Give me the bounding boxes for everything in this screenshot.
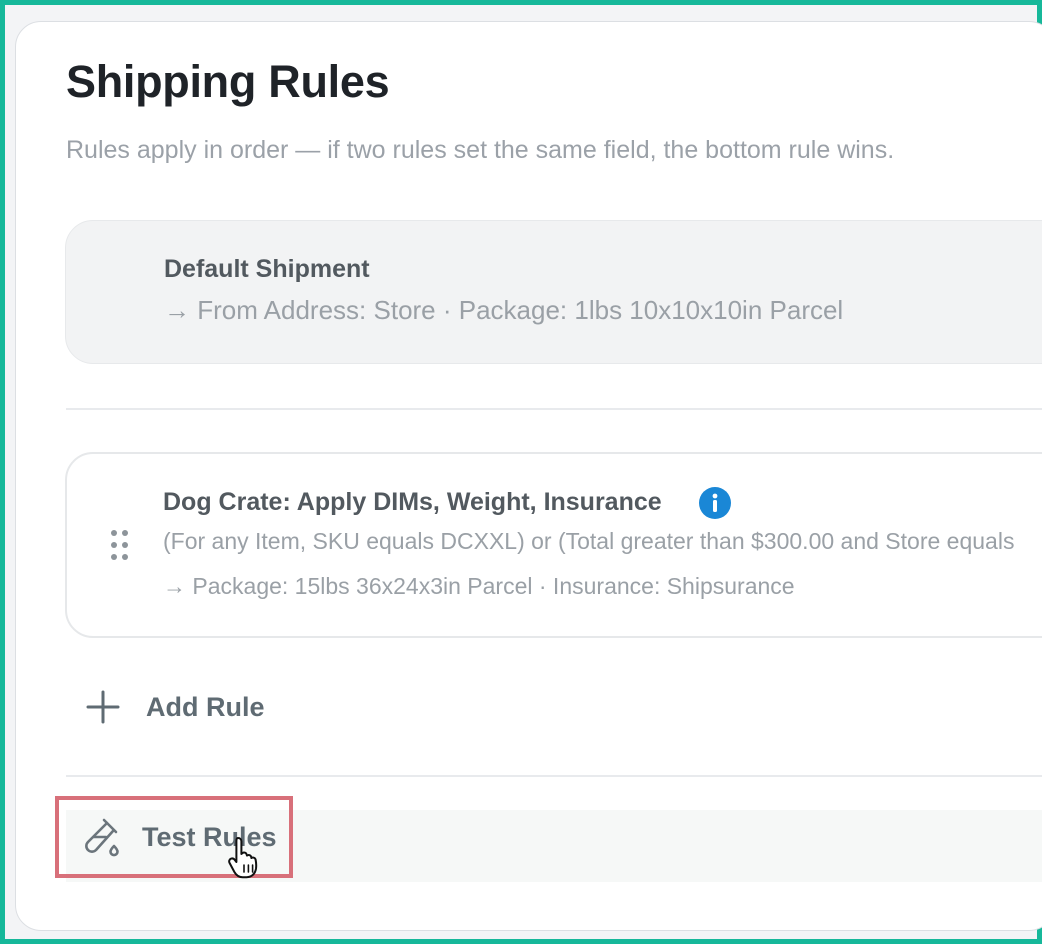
drag-handle-icon[interactable] <box>110 529 130 561</box>
rule-action: → Package: 15lbs 36x24x3in Parcel · Insu… <box>163 573 795 599</box>
test-tube-icon <box>85 818 119 857</box>
info-icon[interactable] <box>699 487 731 519</box>
default-rule-detail: → From Address: Store · Package: 1lbs 10… <box>164 295 844 325</box>
shipping-rules-card: Shipping Rules Rules apply in order — if… <box>15 21 1042 931</box>
default-rule-name: Default Shipment <box>164 255 370 283</box>
hand-pointer-icon <box>228 837 258 879</box>
rule-condition: (For any Item, SKU equals DCXXL) or (Tot… <box>163 528 1015 554</box>
default-shipment-rule[interactable]: Default Shipment → From Address: Store ·… <box>65 220 1042 364</box>
rule-name: Dog Crate: Apply DIMs, Weight, Insurance <box>163 488 662 516</box>
add-rule-label: Add Rule <box>146 691 265 722</box>
divider <box>66 408 1042 410</box>
plus-icon <box>86 690 120 724</box>
page-subtitle: Rules apply in order — if two rules set … <box>66 136 895 164</box>
rule-card-dog-crate[interactable]: Dog Crate: Apply DIMs, Weight, Insurance… <box>65 452 1042 638</box>
screenshot-frame: Shipping Rules Rules apply in order — if… <box>5 5 1042 939</box>
add-rule-button[interactable]: Add Rule <box>86 687 265 727</box>
page-title: Shipping Rules <box>66 56 390 107</box>
divider <box>66 775 1042 777</box>
